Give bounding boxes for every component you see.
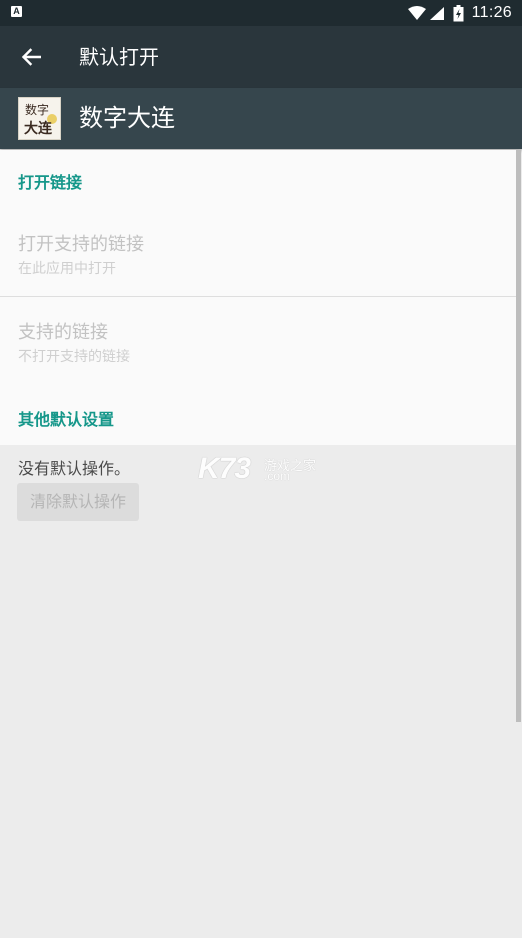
app-icon-text-bottom: 大连 xyxy=(24,121,52,137)
no-defaults-text: 没有默认操作。 xyxy=(18,459,131,478)
clear-defaults-button[interactable]: 清除默认操作 xyxy=(17,483,139,521)
pref-supported-links-title[interactable]: 支持的链接 xyxy=(18,318,108,344)
battery-icon xyxy=(453,4,464,21)
watermark-domain: .com xyxy=(264,469,291,483)
status-bar: A 11:26 xyxy=(0,0,522,26)
section-title-open-links: 打开链接 xyxy=(18,173,83,192)
arrow-left-icon xyxy=(21,48,41,66)
scrollbar[interactable] xyxy=(516,150,521,722)
cell-signal-icon xyxy=(429,6,444,20)
toolbar: 默认打开 xyxy=(0,26,522,88)
pref-open-supported-links-title[interactable]: 打开支持的链接 xyxy=(18,230,144,256)
back-button[interactable] xyxy=(12,38,50,76)
wifi-icon xyxy=(407,5,426,20)
app-icon: 数字 大连 xyxy=(18,97,61,140)
pref-supported-links-summary: 不打开支持的链接 xyxy=(18,349,130,365)
watermark-brand: K73 xyxy=(198,452,251,485)
section-title-other-defaults: 其他默认设置 xyxy=(18,410,115,429)
clock-time: 11:26 xyxy=(471,4,512,21)
status-icons: 11:26 xyxy=(407,0,512,26)
app-name: 数字大连 xyxy=(79,104,175,132)
pref-open-supported-links-summary: 在此应用中打开 xyxy=(18,261,116,277)
divider xyxy=(0,296,516,297)
page-title: 默认打开 xyxy=(79,45,159,69)
watermark-logo: K73 游戏之家 .com xyxy=(196,452,326,486)
settings-list: 打开链接 打开支持的链接 在此应用中打开 支持的链接 不打开支持的链接 其他默认… xyxy=(0,150,516,445)
app-icon-text-top: 数字 xyxy=(25,103,50,117)
notification-icon: A xyxy=(11,6,22,17)
